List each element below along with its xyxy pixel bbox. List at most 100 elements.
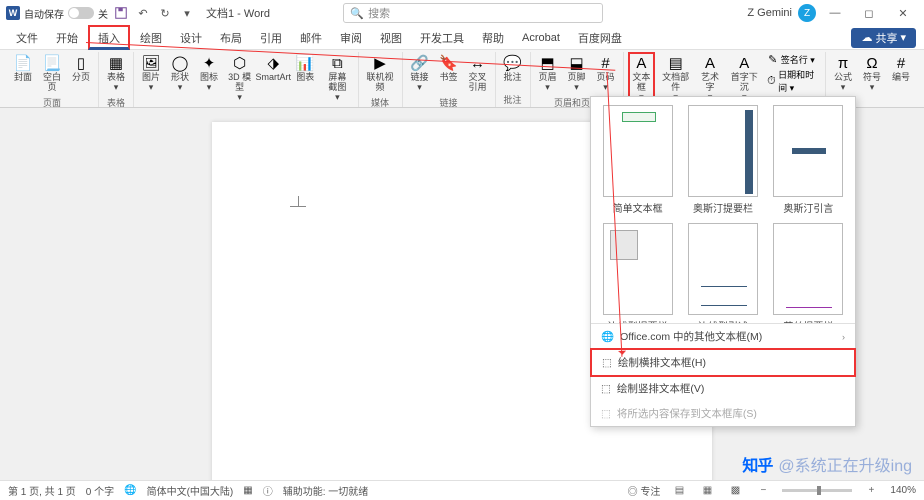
autosave-label: 自动保存 bbox=[24, 6, 64, 21]
ribbon-3D 模型[interactable]: ⬡3D 模型▾ bbox=[225, 52, 254, 105]
ribbon-日期和时间[interactable]: ⏱日期和时间 ▾ bbox=[765, 67, 821, 95]
tab-视图[interactable]: 视图 bbox=[372, 27, 410, 49]
thumbnail bbox=[688, 223, 758, 315]
页脚-icon: ⬓ bbox=[568, 54, 586, 72]
autosave-state: 关 bbox=[98, 6, 108, 21]
gallery-menu-item[interactable]: 🌐Office.com 中的其他文本框(M)› bbox=[591, 324, 855, 349]
save-icon[interactable] bbox=[112, 4, 130, 22]
日期和时间-icon: ⏱ bbox=[767, 75, 776, 87]
avatar: Z bbox=[798, 4, 816, 22]
ribbon-联机视频[interactable]: ▶联机视频 bbox=[363, 52, 398, 95]
search-icon: 🔍 bbox=[350, 7, 364, 20]
ribbon-group: ▶联机视频媒体 bbox=[359, 52, 403, 107]
tab-开发工具[interactable]: 开发工具 bbox=[412, 27, 472, 49]
gallery-item[interactable]: 边线型提要栏 bbox=[599, 223, 676, 323]
ribbon-书签[interactable]: 🔖书签 bbox=[436, 52, 462, 85]
share-button[interactable]: ☁ 共享 ▾ bbox=[851, 28, 916, 48]
thumbnail bbox=[773, 223, 843, 315]
tab-设计[interactable]: 设计 bbox=[172, 27, 210, 49]
tab-布局[interactable]: 布局 bbox=[212, 27, 250, 49]
ribbon-SmartArt[interactable]: ⬗SmartArt bbox=[257, 52, 289, 85]
图片-icon: 🖼 bbox=[142, 54, 160, 72]
ribbon-编号[interactable]: #编号 bbox=[888, 52, 914, 85]
ribbon-图标[interactable]: ✦图标▾ bbox=[196, 52, 222, 95]
ribbon-页码[interactable]: #页码▾ bbox=[593, 52, 619, 95]
tab-开始[interactable]: 开始 bbox=[48, 27, 86, 49]
status-language[interactable]: 简体中文(中国大陆) bbox=[147, 483, 234, 498]
ribbon-页眉[interactable]: ⬒页眉▾ bbox=[535, 52, 561, 95]
search-input[interactable]: 🔍 搜索 bbox=[343, 3, 603, 23]
view-read-icon[interactable]: ▤ bbox=[670, 485, 688, 496]
gallery-item[interactable]: 奥斯汀引言 bbox=[770, 105, 847, 215]
文档部件-icon: ▤ bbox=[667, 54, 685, 72]
gallery-menu-item[interactable]: ⬚绘制竖排文本框(V) bbox=[591, 376, 855, 401]
tab-帮助[interactable]: 帮助 bbox=[474, 27, 512, 49]
ribbon-签名行[interactable]: ✎签名行 ▾ bbox=[765, 52, 821, 67]
ribbon-封面[interactable]: 📄封面 bbox=[10, 52, 36, 85]
ribbon-公式[interactable]: π公式▾ bbox=[830, 52, 856, 95]
ribbon-分页[interactable]: ▯分页 bbox=[68, 52, 94, 85]
ribbon-符号[interactable]: Ω符号▾ bbox=[859, 52, 885, 95]
user-account[interactable]: Z Gemini Z bbox=[747, 4, 816, 22]
focus-mode[interactable]: ◎ 专注 bbox=[628, 483, 661, 498]
menu-icon: ⬚ bbox=[602, 357, 612, 369]
gallery-menu-item[interactable]: ⬚绘制横排文本框(H) bbox=[590, 348, 856, 377]
gallery-item[interactable]: 奥斯汀提要栏 bbox=[684, 105, 761, 215]
title-bar: W 自动保存 关 ↶ ↻ ▾ 文档1 - Word 🔍 搜索 Z Gemini … bbox=[0, 0, 924, 26]
ribbon-形状[interactable]: ◯形状▾ bbox=[167, 52, 193, 95]
tab-邮件[interactable]: 邮件 bbox=[292, 27, 330, 49]
undo-icon[interactable]: ↶ bbox=[134, 4, 152, 22]
签名行-icon: ✎ bbox=[767, 54, 779, 66]
zoom-level[interactable]: 140% bbox=[890, 485, 916, 496]
status-macro-icon[interactable]: ▦ bbox=[243, 485, 252, 496]
ribbon-图表[interactable]: 📊图表 bbox=[292, 52, 318, 85]
图标-icon: ✦ bbox=[200, 54, 218, 72]
gallery-caption: 边线型提要栏 bbox=[608, 318, 668, 323]
gallery-item[interactable]: 简单文本框 bbox=[599, 105, 676, 215]
空白页-icon: 📃 bbox=[43, 54, 61, 72]
ribbon-group: 💬批注批注 bbox=[496, 52, 531, 107]
autosave-toggle[interactable]: 自动保存 关 bbox=[24, 6, 108, 21]
redo-icon[interactable]: ↻ bbox=[156, 4, 174, 22]
status-accessibility[interactable]: 辅助功能: 一切就绪 bbox=[283, 483, 369, 498]
tab-文件[interactable]: 文件 bbox=[8, 27, 46, 49]
tab-插入[interactable]: 插入 bbox=[88, 25, 130, 50]
ribbon-空白页[interactable]: 📃空白页 bbox=[39, 52, 65, 95]
gallery-caption: 奥斯汀引言 bbox=[783, 200, 833, 215]
gallery-item[interactable]: 花丝提要栏 bbox=[770, 223, 847, 323]
SmartArt-icon: ⬗ bbox=[264, 54, 282, 72]
tab-百度网盘[interactable]: 百度网盘 bbox=[570, 27, 630, 49]
ribbon-图片[interactable]: 🖼图片▾ bbox=[138, 52, 164, 95]
tab-绘图[interactable]: 绘图 bbox=[132, 27, 170, 49]
zoom-in-button[interactable]: + bbox=[862, 485, 880, 496]
ribbon-tabs: 文件开始插入绘图设计布局引用邮件审阅视图开发工具帮助Acrobat百度网盘 ☁ … bbox=[0, 26, 924, 50]
gallery-item[interactable]: 边线型引述 bbox=[684, 223, 761, 323]
qat-dropdown-icon[interactable]: ▾ bbox=[178, 4, 196, 22]
ribbon-交叉引用[interactable]: ↔交叉引用 bbox=[465, 52, 491, 95]
minimize-button[interactable]: — bbox=[820, 3, 850, 23]
status-access-icon: ⓘ bbox=[263, 483, 273, 498]
ribbon-group: 🔗链接▾🔖书签↔交叉引用链接 bbox=[403, 52, 496, 107]
文本框-icon: A bbox=[632, 54, 650, 72]
tab-引用[interactable]: 引用 bbox=[252, 27, 290, 49]
ribbon-表格[interactable]: ▦表格▾ bbox=[103, 52, 129, 95]
toggle-icon bbox=[68, 7, 94, 19]
gallery-caption: 简单文本框 bbox=[613, 200, 663, 215]
屏幕截图-icon: ⧉ bbox=[328, 54, 346, 72]
ribbon-批注[interactable]: 💬批注 bbox=[500, 52, 526, 85]
ribbon-屏幕截图[interactable]: ⧉屏幕截图▾ bbox=[321, 52, 353, 105]
ribbon-页脚[interactable]: ⬓页脚▾ bbox=[564, 52, 590, 95]
close-button[interactable]: ✕ bbox=[888, 3, 918, 23]
zoom-slider[interactable] bbox=[782, 489, 852, 492]
maximize-button[interactable]: ◻ bbox=[854, 3, 884, 23]
页眉-icon: ⬒ bbox=[539, 54, 557, 72]
ribbon-链接[interactable]: 🔗链接▾ bbox=[407, 52, 433, 95]
分页-icon: ▯ bbox=[72, 54, 90, 72]
tab-Acrobat[interactable]: Acrobat bbox=[514, 29, 568, 47]
tab-审阅[interactable]: 审阅 bbox=[332, 27, 370, 49]
zoom-out-button[interactable]: − bbox=[754, 485, 772, 496]
view-print-icon[interactable]: ▦ bbox=[698, 485, 716, 496]
status-words[interactable]: 0 个字 bbox=[86, 483, 114, 498]
view-web-icon[interactable]: ▩ bbox=[726, 485, 744, 496]
status-page[interactable]: 第 1 页, 共 1 页 bbox=[8, 483, 76, 498]
